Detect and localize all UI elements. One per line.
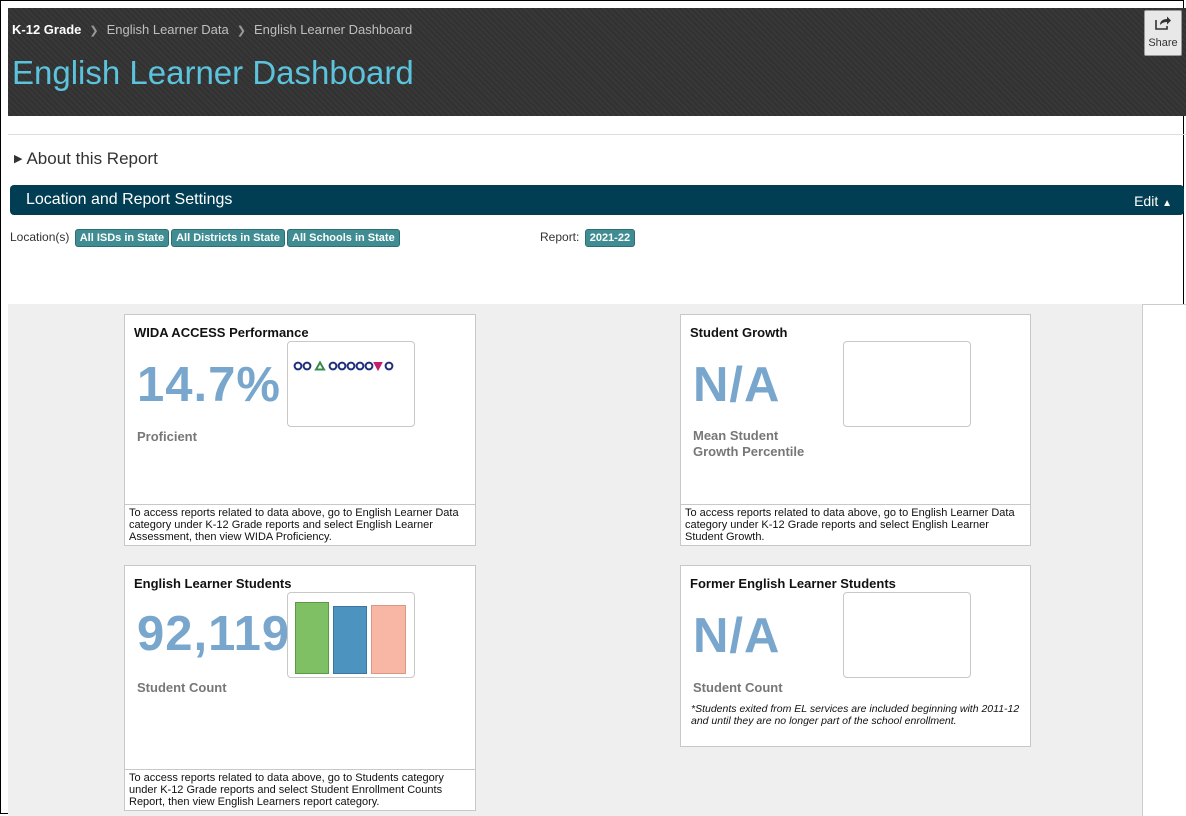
location-pill-districts[interactable]: All Districts in State (171, 229, 285, 247)
divider (8, 134, 1186, 135)
chart-bar (371, 605, 406, 674)
breadcrumb-item-k12[interactable]: K-12 Grade (12, 22, 81, 37)
card-title: Former English Learner Students (690, 576, 896, 591)
page-title: English Learner Dashboard (12, 54, 414, 91)
location-pill-schools[interactable]: All Schools in State (287, 229, 400, 247)
el-students-thumbnail[interactable] (287, 592, 415, 678)
wida-thumbnail[interactable] (287, 341, 415, 427)
caret-up-icon: ▲ (1162, 198, 1172, 209)
location-row: Location(s) All ISDs in State All Distric… (10, 229, 400, 247)
caret-right-icon: ▶ (14, 153, 23, 165)
former-el-card[interactable]: Former English Learner Students N/A Stud… (680, 565, 1031, 747)
chevron-right-icon: ❯ (236, 25, 246, 37)
settings-bar: Location and Report Settings Edit ▲ (10, 185, 1184, 215)
wida-sub: Proficient (137, 429, 197, 444)
former-el-value: N/A (693, 609, 781, 663)
about-report-label: About this Report (26, 149, 158, 168)
growth-value: N/A (693, 358, 781, 412)
breadcrumb: K-12 Grade ❯ English Learner Data ❯ English … (12, 22, 412, 37)
edit-settings-button[interactable]: Edit ▲ (1134, 193, 1172, 209)
former-el-footnote: *Students exited from EL services are in… (691, 703, 1020, 727)
share-label: Share (1148, 37, 1178, 49)
student-growth-card[interactable]: Student Growth N/A Mean Student Growth P… (680, 314, 1031, 546)
wida-levels-chart (293, 360, 394, 372)
growth-sub-line1: Mean Student (693, 428, 779, 443)
el-students-note: To access reports related to data above,… (125, 769, 475, 810)
report-label: Report: (540, 230, 580, 244)
edit-label: Edit (1134, 193, 1159, 209)
growth-sub: Mean Student Growth Percentile (693, 428, 804, 460)
wida-card[interactable]: WIDA ACCESS Performance 14.7% Proficient… (124, 314, 476, 546)
chart-bar (333, 606, 367, 674)
location-pill-isds[interactable]: All ISDs in State (74, 229, 170, 247)
el-students-card[interactable]: English Learner Students 92,119 Student … (124, 565, 476, 811)
card-title: WIDA ACCESS Performance (134, 325, 309, 340)
breadcrumb-item-current: English Learner Dashboard (253, 22, 413, 37)
el-students-value: 92,119 (137, 607, 291, 661)
growth-note: To access reports related to data above,… (681, 504, 1030, 545)
report-row: Report: 2021-22 (540, 229, 636, 247)
card-title: English Learner Students (134, 576, 292, 591)
growth-thumbnail[interactable] (843, 341, 971, 427)
page-header: K-12 Grade ❯ English Learner Data ❯ English … (8, 8, 1186, 116)
wida-note: To access reports related to data above,… (125, 504, 475, 545)
chevron-right-icon: ❯ (89, 25, 99, 37)
side-panel (1142, 304, 1186, 816)
wida-value: 14.7% (137, 358, 281, 412)
former-el-thumbnail[interactable] (843, 592, 971, 678)
el-students-sub: Student Count (137, 680, 227, 695)
chart-bar (295, 602, 329, 674)
card-title: Student Growth (690, 325, 788, 340)
location-label: Location(s) (10, 230, 70, 244)
share-button[interactable]: Share (1144, 10, 1182, 56)
share-icon (1155, 16, 1171, 30)
growth-sub-line2: Growth Percentile (693, 444, 805, 459)
settings-title: Location and Report Settings (26, 191, 233, 208)
about-report-toggle[interactable]: ▶ About this Report (14, 149, 158, 169)
former-el-sub: Student Count (693, 680, 783, 695)
breadcrumb-item-el-data[interactable]: English Learner Data (107, 22, 229, 37)
report-year-pill[interactable]: 2021-22 (584, 229, 636, 247)
